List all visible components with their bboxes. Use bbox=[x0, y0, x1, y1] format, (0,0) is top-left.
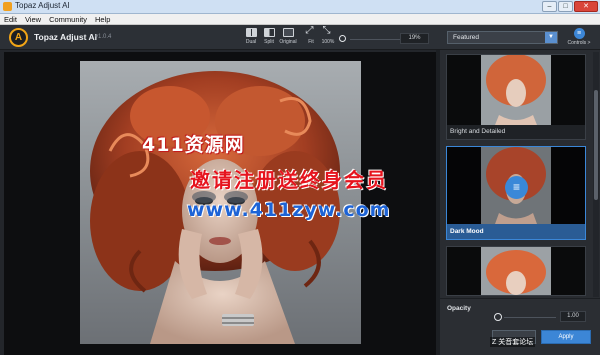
original-view-icon bbox=[282, 28, 294, 37]
watermark-line-3: www.411zyw.com bbox=[187, 199, 391, 221]
dual-view-button[interactable]: Dual bbox=[242, 28, 260, 45]
preset-card-bright-and-detailed[interactable]: Bright and Detailed bbox=[446, 54, 586, 140]
zoom-slider-handle[interactable] bbox=[339, 35, 346, 42]
menu-edit[interactable]: Edit bbox=[0, 14, 21, 24]
opacity-label: Opacity bbox=[447, 305, 471, 312]
corner-watermark: Z 关音套论坛 bbox=[490, 337, 536, 347]
title-bar: Topaz Adjust AI – □ ✕ bbox=[0, 0, 600, 14]
scrollbar-thumb[interactable] bbox=[594, 90, 598, 200]
opacity-slider-track[interactable] bbox=[504, 317, 556, 318]
fit-button[interactable]: Fit bbox=[302, 25, 320, 45]
controls-button[interactable]: ≡ Controls > bbox=[567, 28, 591, 46]
original-view-label: Original bbox=[279, 39, 297, 45]
fit-icon bbox=[306, 25, 317, 37]
chevron-down-icon: ▼ bbox=[545, 32, 557, 43]
app-name: Topaz Adjust AI bbox=[34, 32, 97, 42]
preset-card-3[interactable] bbox=[446, 246, 586, 296]
maximize-button[interactable]: □ bbox=[558, 1, 573, 12]
dual-view-label: Dual bbox=[245, 39, 257, 45]
adjust-controls-icon[interactable]: ≡ bbox=[505, 176, 528, 199]
presets-scrollbar[interactable] bbox=[593, 52, 599, 297]
minimize-button[interactable]: – bbox=[542, 1, 557, 12]
zoom-100-icon bbox=[323, 25, 334, 37]
controls-sliders-icon: ≡ bbox=[573, 28, 585, 39]
window-controls: – □ ✕ bbox=[542, 1, 598, 12]
opacity-value-field[interactable]: 1.00 bbox=[560, 311, 586, 322]
topaz-logo-icon: A bbox=[9, 28, 28, 47]
menu-view[interactable]: View bbox=[21, 14, 45, 24]
apply-button[interactable]: Apply bbox=[541, 330, 591, 344]
split-view-icon bbox=[263, 28, 275, 37]
preset-caption bbox=[447, 280, 585, 295]
preset-caption: Dark Mood bbox=[447, 224, 585, 239]
menu-bar: Edit View Community Help bbox=[0, 14, 600, 25]
zoom-100-label: 100% bbox=[321, 39, 335, 45]
menu-help[interactable]: Help bbox=[91, 14, 114, 24]
opacity-slider-handle[interactable] bbox=[494, 313, 502, 321]
original-view-button[interactable]: Original bbox=[279, 28, 297, 45]
watermark-line-1: 411资源网 bbox=[142, 134, 245, 156]
split-view-label: Split bbox=[264, 39, 274, 45]
zoom-slider-track[interactable] bbox=[350, 39, 400, 40]
preset-category-value: Featured bbox=[453, 34, 480, 41]
watermark-line-2: 邀请注册送终身会员 bbox=[190, 168, 388, 192]
zoom-value-field[interactable]: 19% bbox=[400, 33, 429, 44]
app-icon bbox=[3, 2, 12, 11]
app-version: v1.0.4 bbox=[95, 34, 112, 40]
menu-community[interactable]: Community bbox=[45, 14, 91, 24]
split-view-button[interactable]: Split bbox=[260, 28, 278, 45]
controls-label: Controls > bbox=[567, 40, 591, 46]
close-button[interactable]: ✕ bbox=[574, 1, 598, 12]
window-title: Topaz Adjust AI bbox=[15, 1, 70, 10]
fit-label: Fit bbox=[308, 39, 314, 45]
preset-category-dropdown[interactable]: Featured ▼ bbox=[447, 31, 558, 44]
preset-caption: Bright and Detailed bbox=[450, 128, 506, 135]
dual-view-icon bbox=[245, 28, 257, 37]
preset-thumbnail bbox=[447, 55, 585, 125]
zoom-100-button[interactable]: 100% bbox=[319, 25, 337, 45]
app-window: Topaz Adjust AI – □ ✕ Edit View Communit… bbox=[0, 0, 600, 355]
